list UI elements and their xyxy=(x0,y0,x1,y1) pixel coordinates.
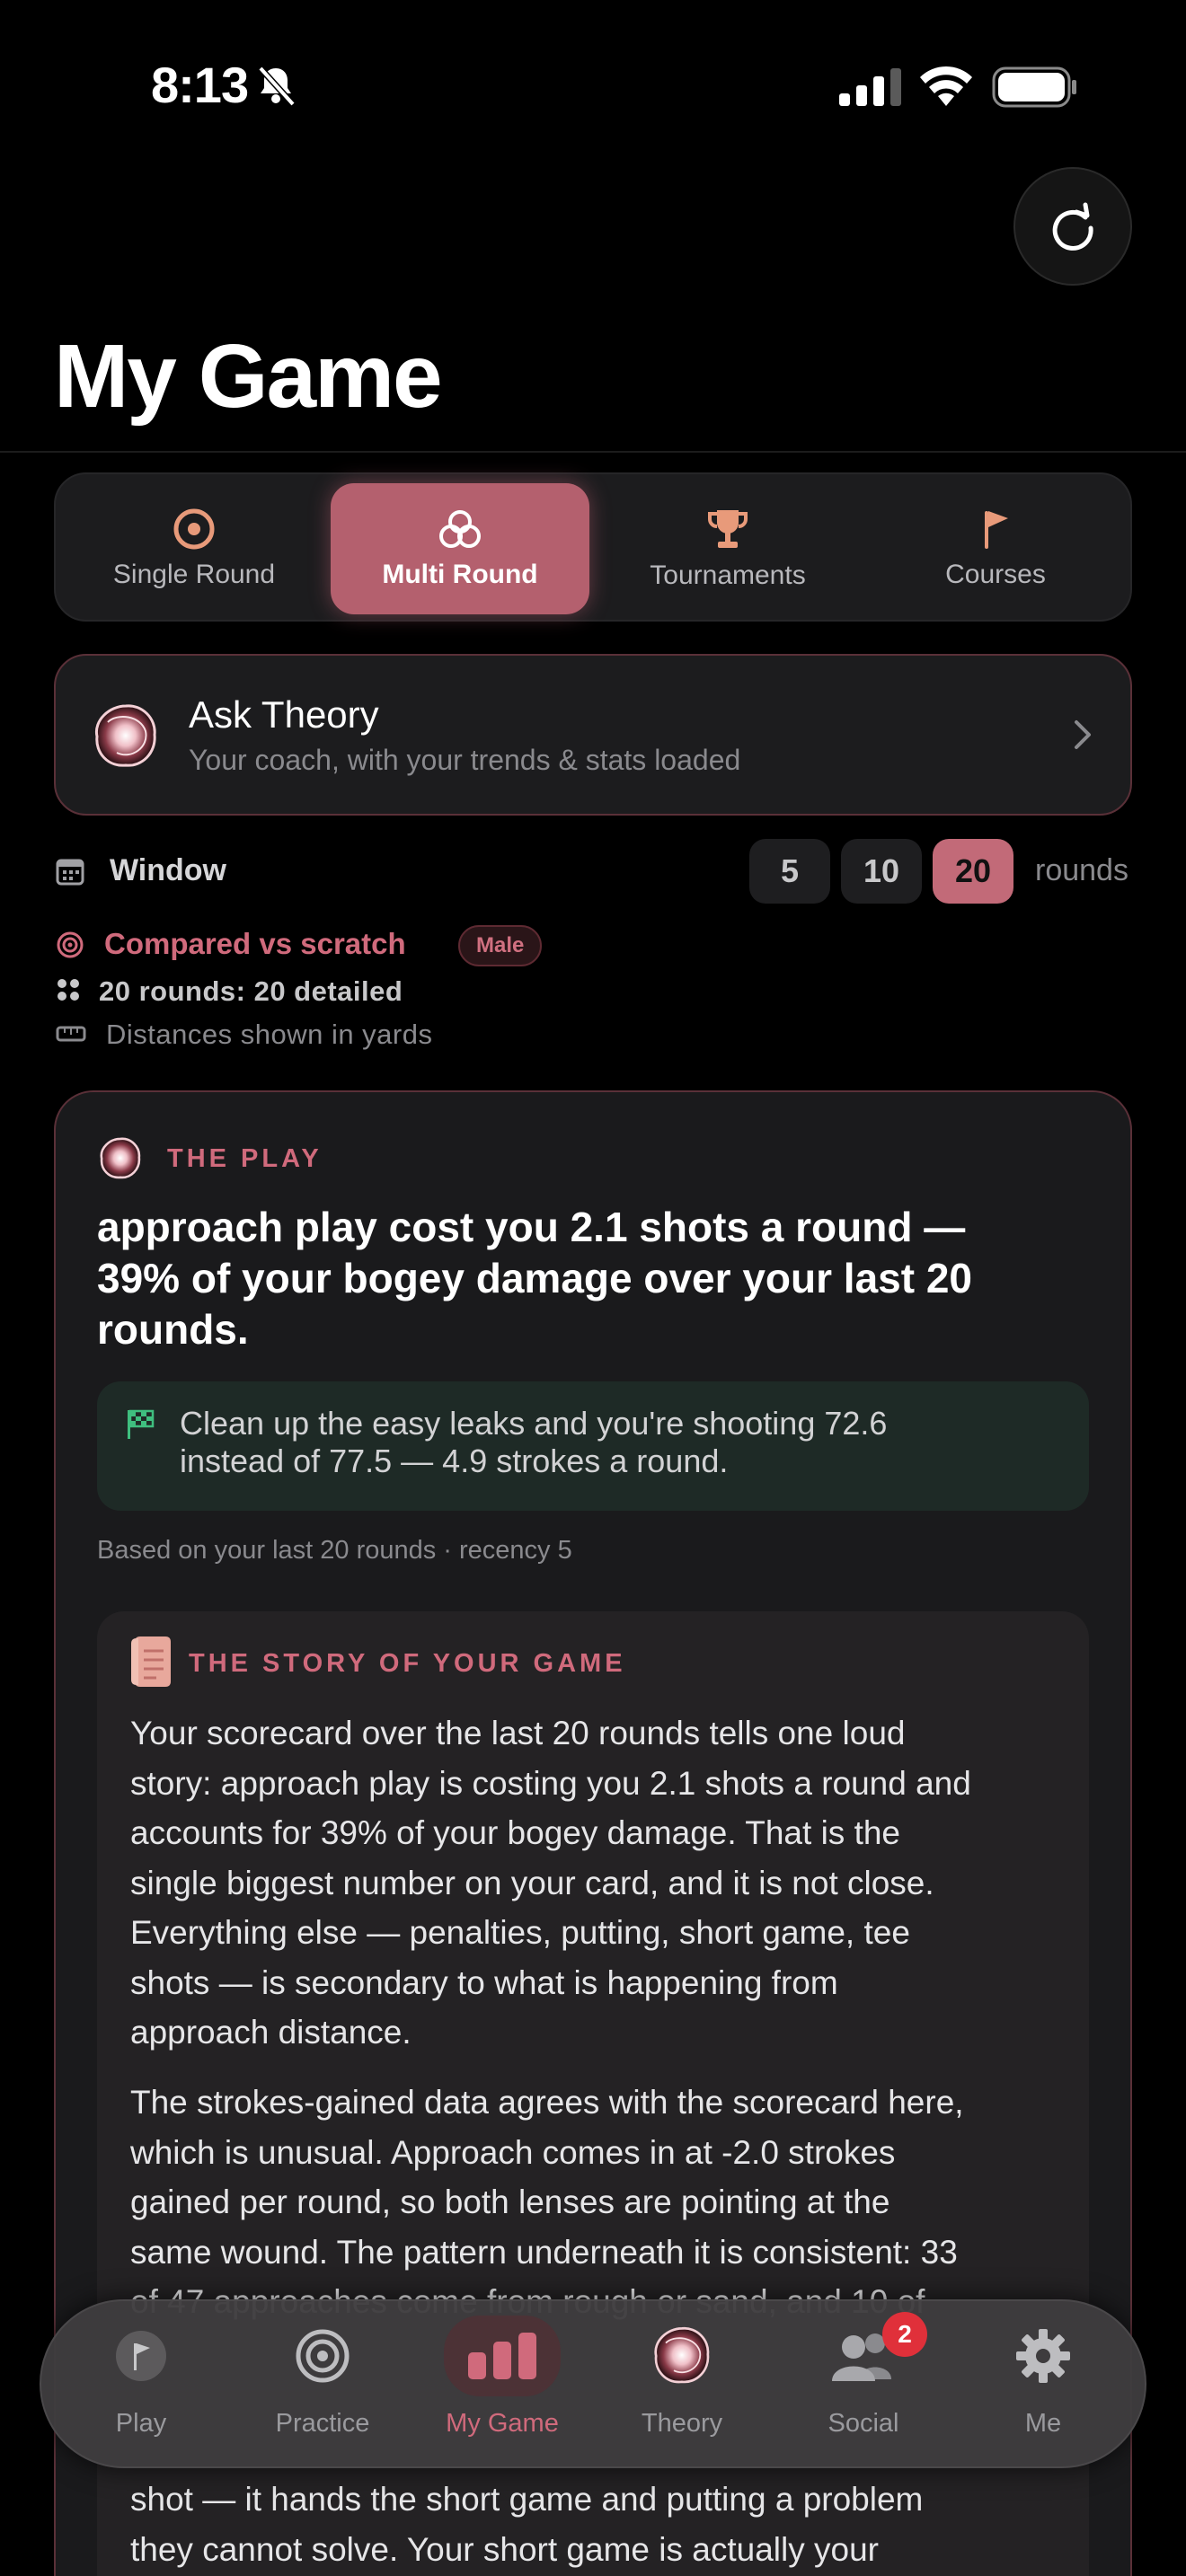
tab-icon-wrap xyxy=(264,2316,381,2396)
flag-icon xyxy=(985,511,1008,549)
story-line: shots — is secondary to what is happenin… xyxy=(130,1963,838,2001)
story-line: accounts for 39% of your bogey damage. T… xyxy=(130,1814,900,1851)
tab-label: My Game xyxy=(446,2409,559,2438)
story-line: Everything else — penalties, putting, sh… xyxy=(130,1914,910,1951)
segment-single-round[interactable]: Single Round xyxy=(65,483,323,614)
story-line: shot — it hands the short game and putti… xyxy=(130,2481,924,2518)
tab-me[interactable]: Me xyxy=(967,2316,1120,2450)
ruler-icon xyxy=(56,1026,86,1042)
headline-line: 39% of your bogey damage over your last … xyxy=(97,1255,972,1301)
story-paragraph-2: The strokes-gained data agrees with the … xyxy=(130,2078,1065,2327)
window-option-5[interactable]: 5 xyxy=(749,839,830,904)
bar-chart-icon xyxy=(468,2333,536,2379)
segment-label: Tournaments xyxy=(650,560,806,590)
tab-label: Social xyxy=(828,2409,899,2438)
segment-label: Courses xyxy=(945,560,1046,589)
segment-multi-round[interactable]: Multi Round xyxy=(331,483,589,614)
cellular-signal-icon xyxy=(839,68,901,106)
story-line: story: approach play is costing you 2.1 … xyxy=(130,1764,971,1802)
window-option-20[interactable]: 20 xyxy=(933,839,1013,904)
story-line: Your scorecard over the last 20 rounds t… xyxy=(130,1715,906,1751)
distance-units: Distances shown in yards xyxy=(106,1019,433,1050)
story-paragraph-1: Your scorecard over the last 20 rounds t… xyxy=(130,1708,1065,2058)
story-line: The strokes-gained data agrees with the … xyxy=(130,2084,964,2121)
window-option-10[interactable]: 10 xyxy=(841,839,922,904)
gear-icon xyxy=(1016,2329,1070,2383)
flag-icon xyxy=(116,2331,166,2381)
target-icon xyxy=(57,931,84,958)
ask-theory-subtitle: Your coach, with your trends & stats loa… xyxy=(189,744,741,776)
story-line: approach distance. xyxy=(130,2014,412,2051)
window-unit-label: rounds xyxy=(1035,853,1128,887)
tab-label: Me xyxy=(1024,2409,1062,2438)
tab-label: Practice xyxy=(275,2409,370,2438)
tab-my-game[interactable]: My Game xyxy=(426,2316,579,2450)
story-line: which is unusual. Approach comes in at -… xyxy=(130,2133,896,2171)
document-icon xyxy=(131,1636,171,1687)
the-play-header: THE PLAY xyxy=(167,1144,323,1173)
tab-label: Theory xyxy=(641,2409,723,2438)
story-line: single biggest number on your card, and … xyxy=(130,1864,934,1901)
callout-line: Clean up the easy leaks and you're shoot… xyxy=(180,1405,888,1442)
title-divider xyxy=(0,451,1186,453)
tab-label: Play xyxy=(115,2409,167,2438)
segment-label: Single Round xyxy=(112,560,276,589)
refresh-icon xyxy=(1052,202,1093,251)
story-paragraph-3: shot — it hands the short game and putti… xyxy=(130,2475,1065,2574)
bell-slash-icon xyxy=(258,66,296,107)
tab-practice[interactable]: Practice xyxy=(246,2316,399,2450)
target-icon xyxy=(296,2329,350,2383)
trophy-icon xyxy=(708,510,748,548)
tab-icon-wrap xyxy=(985,2316,1102,2396)
theory-orb-icon xyxy=(100,1137,141,1179)
rings-icon xyxy=(439,510,481,548)
gender-badge: Male xyxy=(458,925,543,966)
tab-icon-wrap xyxy=(444,2316,561,2396)
callout-line: instead of 77.5 — 4.9 strokes a round. xyxy=(180,1442,729,1479)
comparison-text: Compared vs scratch xyxy=(104,927,406,960)
checkered-flag-icon xyxy=(128,1409,155,1439)
game-mode-segmented-control: Single Round Multi Round Tournaments Cou… xyxy=(54,472,1132,622)
story-header: THE STORY OF YOUR GAME xyxy=(189,1649,626,1678)
segment-tournaments[interactable]: Tournaments xyxy=(598,483,857,614)
ask-theory-title: Ask Theory xyxy=(189,693,379,736)
theory-orb-icon xyxy=(94,704,156,767)
calendar-icon xyxy=(56,859,84,886)
refresh-button[interactable] xyxy=(1013,167,1132,286)
tab-icon-wrap xyxy=(624,2316,740,2396)
callout-text: Clean up the easy leaks and you're shoot… xyxy=(180,1405,1060,1480)
grid-dots-icon xyxy=(58,979,79,1001)
theory-orb-icon xyxy=(654,2327,710,2384)
tab-play[interactable]: Play xyxy=(65,2316,217,2450)
rounds-info: 20 rounds: 20 detailed xyxy=(99,975,403,1007)
chevron-right-icon xyxy=(1075,720,1091,749)
play-headline: approach play cost you 2.1 shots a round… xyxy=(97,1202,1094,1355)
wifi-icon xyxy=(920,66,972,106)
tab-theory[interactable]: Theory xyxy=(606,2316,758,2450)
status-time: 8:13 xyxy=(151,57,249,113)
segment-label: Multi Round xyxy=(382,560,538,589)
based-on-text: Based on your last 20 rounds · recency 5 xyxy=(97,1536,572,1565)
story-line: gained per round, so both lenses are poi… xyxy=(130,2183,890,2220)
segment-courses[interactable]: Courses xyxy=(866,483,1125,614)
battery-icon xyxy=(992,66,1076,108)
headline-line: rounds. xyxy=(97,1306,249,1353)
window-label: Window xyxy=(110,853,226,887)
target-icon xyxy=(173,508,215,550)
page-title: My Game xyxy=(54,326,443,427)
tab-icon-wrap xyxy=(83,2316,199,2396)
story-line: they cannot solve. Your short game is ac… xyxy=(130,2530,879,2568)
notification-badge: 2 xyxy=(882,2312,927,2357)
headline-line: approach play cost you 2.1 shots a round… xyxy=(97,1204,966,1250)
story-line: same wound. The pattern underneath it is… xyxy=(130,2233,958,2271)
